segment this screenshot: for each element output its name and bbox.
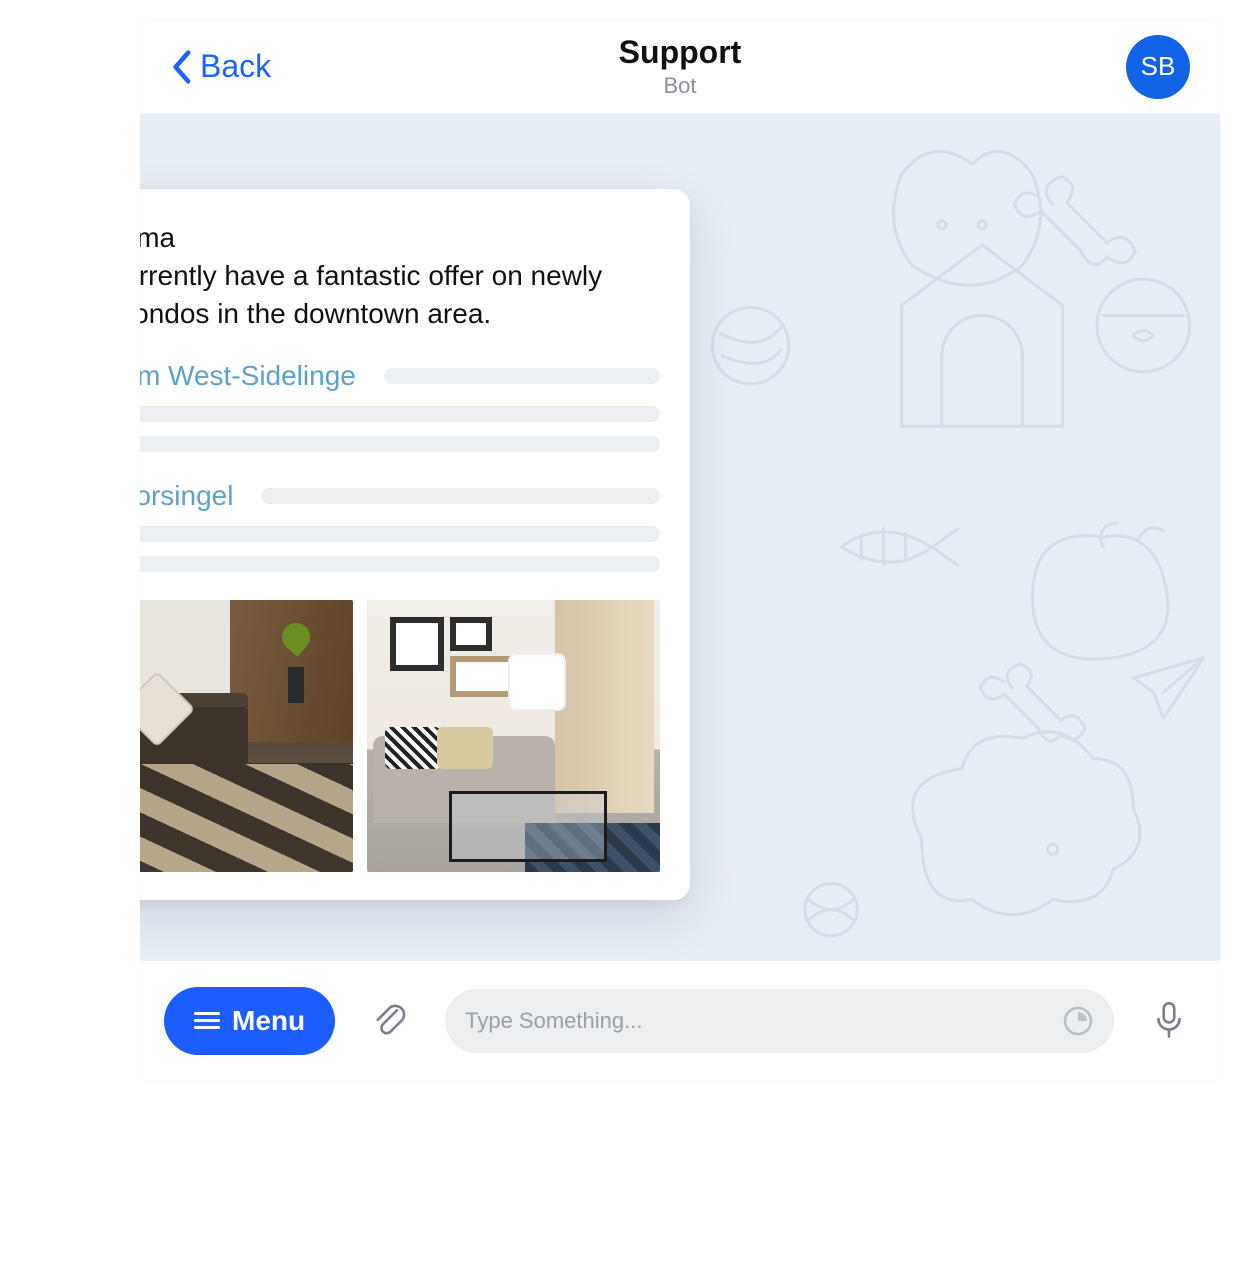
message-greeting: Hi Emma [140, 222, 175, 253]
message-text: Hi Emma We currently have a fantastic of… [140, 219, 660, 332]
chat-body: Hi Emma We currently have a fantastic of… [140, 114, 1220, 960]
microphone-icon [1148, 998, 1190, 1040]
skeleton-placeholder [140, 436, 660, 452]
clock-icon[interactable] [1062, 1005, 1094, 1037]
header-title-block: Support Bot [619, 34, 742, 99]
listing-item[interactable]: 2 Spoorsingel [140, 480, 660, 572]
menu-button[interactable]: Menu [164, 987, 335, 1055]
message-input[interactable] [465, 1008, 1062, 1034]
attach-button[interactable] [363, 992, 417, 1049]
listing-photo[interactable] [367, 600, 660, 872]
chevron-left-icon [170, 49, 192, 85]
chat-subtitle: Bot [619, 73, 742, 99]
chat-title: Support [619, 34, 742, 71]
back-label: Back [200, 48, 271, 85]
listing-photo[interactable] [140, 600, 353, 872]
back-button[interactable]: Back [170, 48, 271, 85]
skeleton-placeholder [140, 526, 660, 542]
skeleton-placeholder [140, 556, 660, 572]
avatar[interactable]: SB [1126, 35, 1190, 99]
paperclip-icon [369, 998, 411, 1040]
listing-item[interactable]: 1 Room West-Sidelinge [140, 360, 660, 452]
listing-name-link[interactable]: Spoorsingel [140, 480, 233, 512]
menu-label: Menu [232, 1005, 305, 1037]
message-body: We currently have a fantastic offer on n… [140, 260, 602, 329]
skeleton-placeholder [261, 488, 660, 504]
listing-photos [140, 600, 660, 872]
hamburger-icon [194, 1012, 220, 1030]
listing-name-link[interactable]: Room West-Sidelinge [140, 360, 356, 392]
composer-bar: Menu [140, 960, 1220, 1080]
chat-window: Back Support Bot SB [140, 20, 1220, 1080]
skeleton-placeholder [384, 368, 660, 384]
skeleton-placeholder [140, 406, 660, 422]
chat-header: Back Support Bot SB [140, 20, 1220, 114]
message-input-wrapper[interactable] [445, 989, 1114, 1053]
voice-button[interactable] [1142, 992, 1196, 1049]
bot-message-card: Hi Emma We currently have a fantastic of… [140, 189, 690, 900]
